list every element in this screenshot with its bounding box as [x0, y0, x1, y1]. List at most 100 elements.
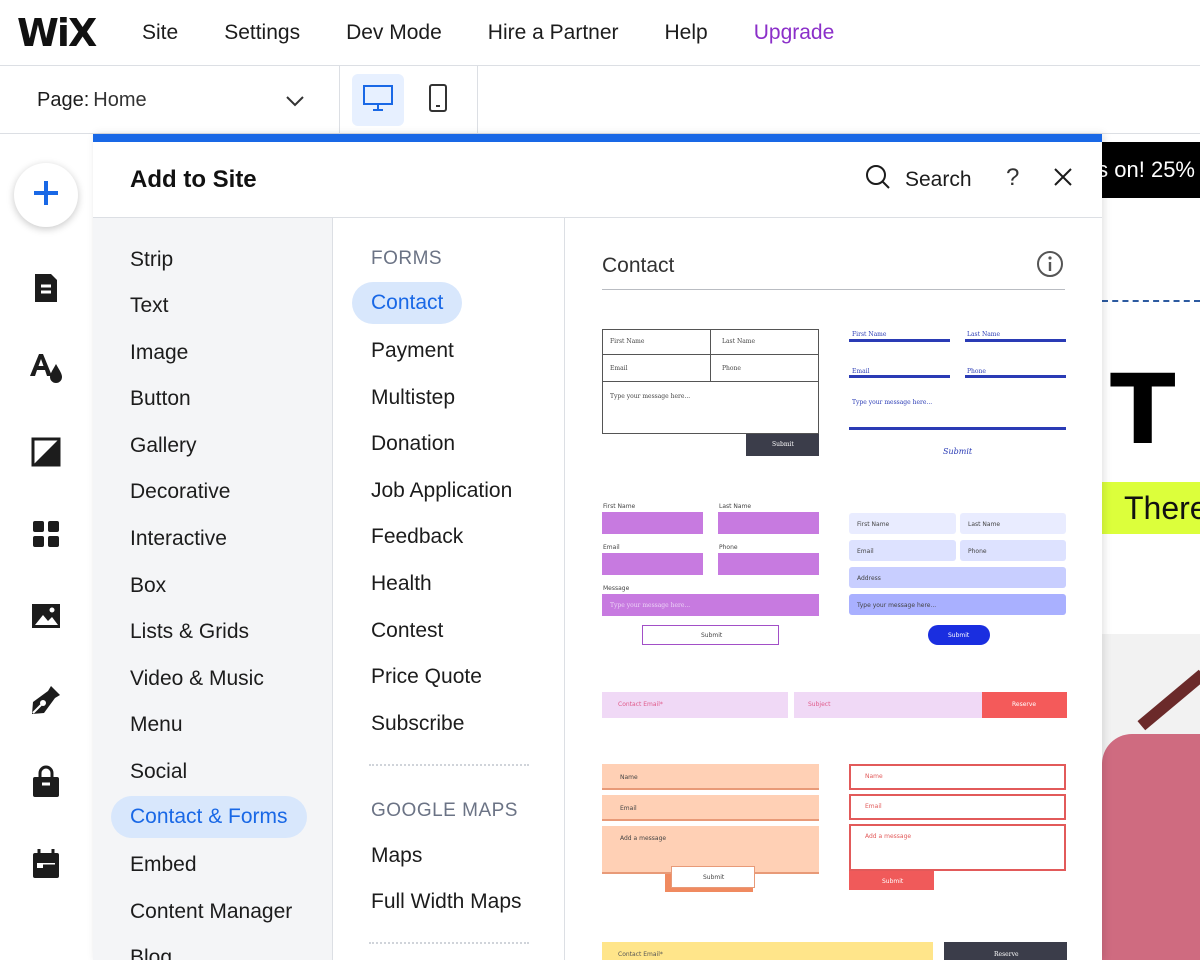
contact-form-template-8[interactable]: Contact Email* Reserve — [602, 942, 1067, 960]
category-strip[interactable]: Strip — [130, 248, 173, 272]
subitem-contact[interactable]: Contact — [352, 282, 463, 324]
submit-button: Submit — [943, 447, 973, 456]
close-icon[interactable] — [1053, 167, 1073, 192]
field-message: Add a message — [865, 833, 912, 840]
section-heading-google-maps: GOOGLE MAPS — [371, 800, 518, 821]
site-canvas-preview[interactable]: s on! 25% T There — [1102, 134, 1200, 960]
top-bar: WiX Site Settings Dev Mode Hire a Partne… — [0, 0, 1200, 66]
store-icon[interactable] — [26, 762, 66, 802]
field-phone: Phone — [967, 368, 986, 375]
submit-button: Submit — [701, 632, 723, 639]
mobile-view-button[interactable] — [412, 74, 464, 126]
subitem-health[interactable]: Health — [371, 572, 432, 596]
help-button[interactable]: ? — [1006, 164, 1019, 192]
nav-hire-a-partner[interactable]: Hire a Partner — [488, 21, 619, 45]
subitem-full-width-maps[interactable]: Full Width Maps — [371, 890, 522, 914]
mobile-icon — [428, 83, 448, 118]
wix-logo[interactable]: WiX — [17, 11, 125, 55]
preview-area: Contact First Name Last Name Email Phone… — [565, 218, 1102, 960]
add-elements-button[interactable] — [14, 163, 78, 227]
contact-form-template-1[interactable]: First Name Last Name Email Phone Type yo… — [602, 329, 820, 457]
category-image[interactable]: Image — [130, 341, 188, 365]
category-interactive[interactable]: Interactive — [130, 527, 227, 551]
page-selector-value: Home — [93, 88, 147, 111]
subitem-subscribe[interactable]: Subscribe — [371, 712, 464, 736]
subitem-feedback[interactable]: Feedback — [371, 525, 463, 549]
contact-form-template-3[interactable]: First Name Last Name Email Phone Message… — [602, 501, 820, 647]
subitem-payment[interactable]: Payment — [371, 339, 454, 363]
theme-icon[interactable] — [26, 348, 66, 388]
page-selector[interactable]: Page: Home — [0, 66, 340, 134]
panel-header: Add to Site Search ? — [93, 142, 1102, 218]
category-embed[interactable]: Embed — [130, 853, 197, 877]
info-icon[interactable] — [1036, 250, 1064, 283]
category-gallery[interactable]: Gallery — [130, 434, 197, 458]
field-contact-email: Contact Email* — [618, 951, 663, 958]
category-video-music[interactable]: Video & Music — [130, 667, 264, 691]
promo-banner: s on! 25% — [1102, 142, 1200, 198]
nav-site[interactable]: Site — [142, 21, 178, 45]
subitem-multistep[interactable]: Multistep — [371, 386, 455, 410]
nav-settings[interactable]: Settings — [224, 21, 300, 45]
subitem-contest[interactable]: Contest — [371, 619, 443, 643]
desktop-view-button[interactable] — [352, 74, 404, 126]
category-list: Strip Text Image Button Gallery Decorati… — [93, 218, 333, 960]
submit-button: Submit — [882, 878, 904, 885]
canvas-dashed-guide — [1102, 300, 1200, 302]
field-phone: Phone — [722, 365, 741, 372]
panel-search-button[interactable]: Search — [865, 164, 972, 195]
category-social[interactable]: Social — [130, 760, 187, 784]
contact-form-template-7[interactable]: Name Email Add a message Submit — [849, 764, 1067, 890]
category-content-manager[interactable]: Content Manager — [130, 900, 292, 924]
add-icon — [31, 178, 61, 213]
nav-help[interactable]: Help — [665, 21, 708, 45]
page-selector-label: Page: — [37, 88, 90, 111]
category-lists-grids[interactable]: Lists & Grids — [130, 620, 249, 644]
desktop-icon — [362, 84, 394, 117]
nav-dev-mode[interactable]: Dev Mode — [346, 21, 442, 45]
category-menu[interactable]: Menu — [130, 713, 183, 737]
subitem-job-application[interactable]: Job Application — [371, 479, 512, 503]
pages-icon[interactable] — [26, 268, 66, 308]
subitem-maps[interactable]: Maps — [371, 844, 422, 868]
apps-icon[interactable] — [26, 514, 66, 554]
field-first-name: First Name — [610, 338, 645, 345]
background-icon[interactable] — [26, 432, 66, 472]
field-name: Name — [620, 774, 638, 781]
subitem-donation[interactable]: Donation — [371, 432, 455, 456]
reserve-button: Reserve — [1012, 701, 1037, 708]
contact-form-template-6[interactable]: Name Email Add a message Submit — [602, 764, 820, 896]
top-nav: Site Settings Dev Mode Hire a Partner He… — [125, 21, 880, 45]
panel-accent-bar — [93, 134, 1102, 142]
left-rail — [0, 134, 93, 960]
category-decorative[interactable]: Decorative — [130, 480, 230, 504]
category-box[interactable]: Box — [130, 574, 166, 598]
field-contact-email: Contact Email* — [618, 701, 663, 708]
contact-form-template-5[interactable]: Contact Email* Subject Reserve — [602, 692, 1067, 718]
category-text[interactable]: Text — [130, 294, 169, 318]
section-heading-forms: FORMS — [371, 248, 443, 269]
field-email: Email — [610, 365, 628, 372]
field-first-name: First Name — [852, 331, 887, 338]
toolbar-divider — [477, 66, 478, 134]
pen-icon[interactable] — [26, 680, 66, 720]
field-message: Type your message here... — [852, 399, 933, 406]
category-blog[interactable]: Blog — [130, 946, 172, 960]
field-email: Email — [865, 803, 882, 810]
category-button[interactable]: Button — [130, 387, 191, 411]
section-separator — [369, 942, 529, 944]
canvas-tagline: There — [1102, 482, 1200, 534]
bookings-icon[interactable] — [26, 844, 66, 884]
media-icon[interactable] — [26, 596, 66, 636]
chevron-down-icon — [285, 90, 305, 113]
contact-form-template-4[interactable]: First Name Last Name Email Phone Address… — [849, 513, 1067, 647]
field-address: Address — [857, 575, 881, 582]
label-message: Message — [603, 585, 630, 592]
search-label: Search — [905, 167, 972, 191]
field-name: Name — [865, 773, 883, 780]
contact-form-template-2[interactable]: First Name Last Name Email Phone Type yo… — [849, 329, 1067, 457]
category-contact-forms[interactable]: Contact & Forms — [111, 796, 307, 838]
panel-title: Add to Site — [130, 166, 257, 193]
nav-upgrade[interactable]: Upgrade — [754, 21, 835, 45]
subitem-price-quote[interactable]: Price Quote — [371, 665, 482, 689]
